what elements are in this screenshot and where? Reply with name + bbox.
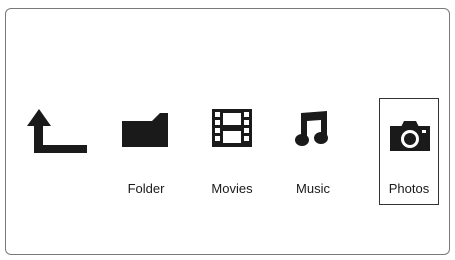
photos-button[interactable]: Photos <box>379 98 439 205</box>
folder-label: Folder <box>127 181 165 196</box>
music-button[interactable]: Music <box>288 101 338 205</box>
media-browser-panel: Folder Movies Music Photos <box>5 8 450 255</box>
back-arrow-icon <box>27 109 87 153</box>
back-button[interactable] <box>22 103 92 163</box>
movies-label: Movies <box>211 181 253 196</box>
film-icon <box>212 109 252 147</box>
folder-button[interactable]: Folder <box>116 101 176 205</box>
music-label: Music <box>296 181 330 196</box>
photos-label: Photos <box>388 181 430 196</box>
movies-button[interactable]: Movies <box>202 101 262 205</box>
folder-icon <box>122 113 168 147</box>
camera-icon <box>390 121 430 151</box>
music-note-icon <box>295 111 328 146</box>
